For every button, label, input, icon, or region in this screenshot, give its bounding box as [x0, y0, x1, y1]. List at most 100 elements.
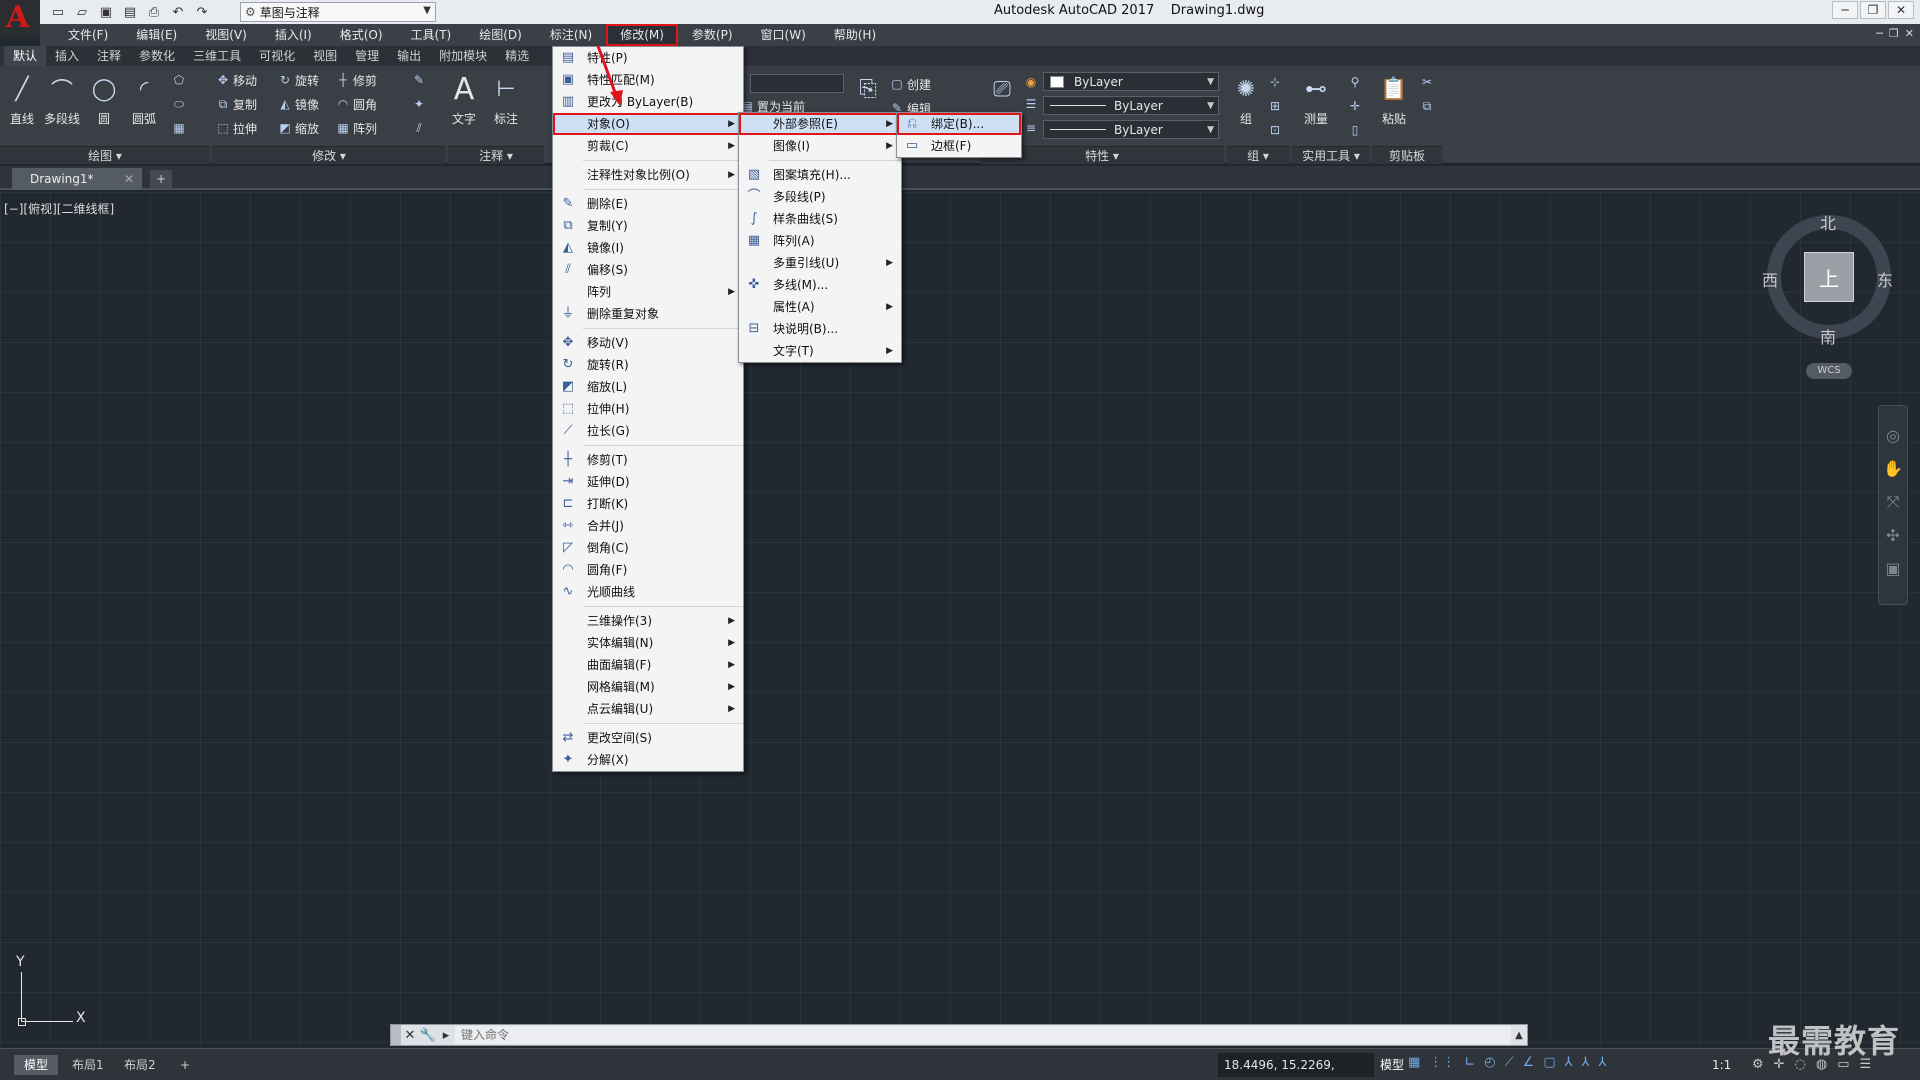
annotation-panel-title[interactable]: 注释 ▾ [448, 146, 544, 164]
saveas-icon[interactable]: ▤ [120, 3, 140, 21]
steering-wheel-icon[interactable]: ◎ [1886, 426, 1900, 445]
tab-default[interactable]: 默认 [4, 46, 47, 66]
menu-item-bind[interactable]: ⎌ 绑定(B)... [897, 113, 1021, 135]
menu-item-overkill[interactable]: ⏚ 删除重复对象 [553, 303, 743, 325]
dimension-button[interactable]: ⊢ 标注 [486, 70, 526, 144]
menu-item-image[interactable]: 图像(I) ▶ [739, 135, 901, 157]
group-select-button[interactable]: ⊡ [1268, 120, 1282, 140]
color-combo[interactable]: ByLayer ▼ [1043, 72, 1219, 91]
menu-item-annotative-scale[interactable]: 注释性对象比例(O) ▶ [553, 164, 743, 186]
erase-button[interactable]: ✎ [412, 70, 426, 90]
quick-select-button[interactable]: ⚲ [1348, 72, 1362, 92]
minimize-button[interactable]: ─ [1832, 1, 1858, 19]
menu-item-properties[interactable]: ▤ 特性(P) [553, 47, 743, 69]
menu-item-attribute[interactable]: 属性(A) ▶ [739, 296, 901, 318]
compass-west[interactable]: 西 [1762, 267, 1778, 291]
menu-item-array[interactable]: 阵列 ▶ [553, 281, 743, 303]
workspace-select[interactable]: ⚙ 草图与注释 ▼ [240, 2, 436, 22]
menu-item-mesh-editing[interactable]: 网格编辑(M) ▶ [553, 676, 743, 698]
model-space-toggle[interactable]: 模型 [1376, 1053, 1408, 1077]
linetype-combo[interactable]: ByLayer ▼ [1043, 96, 1219, 115]
app-logo[interactable]: A [0, 0, 40, 36]
rotate-button[interactable]: ↻ 旋转 [278, 70, 319, 90]
menu-item-3d-operations[interactable]: 三维操作(3) ▶ [553, 610, 743, 632]
polyline-button[interactable]: ⌒ 多段线 [42, 70, 82, 144]
trim-button[interactable]: ┼ 修剪 [336, 70, 377, 90]
tab-view[interactable]: 视图 [304, 46, 346, 66]
menu-item-hatch[interactable]: ▧ 图案填充(H)... [739, 164, 901, 186]
line-button[interactable]: ╱ 直线 [2, 70, 42, 144]
chevron-up-icon[interactable]: ▲ [1511, 1030, 1527, 1041]
group-edit-button[interactable]: ⊞ [1268, 96, 1282, 116]
command-prompt-icon[interactable]: ▸ [437, 1028, 455, 1043]
tab-addins[interactable]: 附加模块 [430, 46, 496, 66]
menu-dimension[interactable]: 标注(N) [536, 24, 606, 46]
menu-draw[interactable]: 绘图(D) [465, 24, 536, 46]
menu-view[interactable]: 视图(V) [191, 24, 261, 46]
new-icon[interactable]: ▭ [48, 3, 68, 21]
object-snap-tracking-icon[interactable]: ∠ [1523, 1055, 1535, 1070]
menu-item-block-description[interactable]: ⊟ 块说明(B)... [739, 318, 901, 340]
annotation-scale[interactable]: 1:1 [1712, 1053, 1731, 1077]
viewcube-top-face[interactable]: 上 [1804, 252, 1854, 302]
tab-featured[interactable]: 精选 [496, 46, 538, 66]
polar-icon[interactable]: ◴ [1484, 1055, 1495, 1070]
close-icon[interactable]: ✕ [401, 1028, 419, 1043]
move-button[interactable]: ✥ 移动 [216, 70, 257, 90]
redo-icon[interactable]: ↷ [192, 3, 212, 21]
measure-button[interactable]: ⊷ 测量 [1296, 70, 1336, 144]
arc-button[interactable]: ◜ 圆弧 [124, 70, 164, 144]
color-wheel-button[interactable]: ◉ [1024, 72, 1038, 92]
tab-3d-tools[interactable]: 三维工具 [184, 46, 250, 66]
isodraft-icon[interactable]: ⟋ [1505, 1055, 1514, 1070]
copy-clip-button[interactable]: ⧉ [1420, 96, 1434, 116]
save-icon[interactable]: ▣ [96, 3, 116, 21]
stretch-button[interactable]: ⬚ 拉伸 [216, 118, 257, 138]
create-block-button[interactable]: ▢ 创建 [890, 74, 931, 94]
groups-panel-title[interactable]: 组 ▾ [1226, 146, 1290, 164]
menu-item-fillet[interactable]: ◠ 圆角(F) [553, 559, 743, 581]
paste-button[interactable]: 📋 粘贴 [1374, 70, 1414, 144]
menu-item-polyline[interactable]: ⌒ 多段线(P) [739, 186, 901, 208]
menu-item-xref[interactable]: 外部参照(E) ▶ [739, 113, 901, 135]
viewport-controls[interactable]: [−][俯视][二维线框] [4, 200, 114, 217]
orbit-icon[interactable]: ✣ [1886, 526, 1899, 545]
layout-tab-model[interactable]: 模型 [14, 1055, 59, 1075]
menu-format[interactable]: 格式(O) [326, 24, 397, 46]
layer-combo[interactable] [750, 74, 844, 93]
tab-annotate[interactable]: 注释 [88, 46, 130, 66]
menu-item-chamfer[interactable]: ◸ 倒角(C) [553, 537, 743, 559]
annotation-scale-icon[interactable]: ⅄ [1599, 1055, 1607, 1070]
lineweight-button[interactable]: ≡ [1024, 118, 1038, 138]
command-line-grip[interactable] [391, 1025, 401, 1045]
group-button[interactable]: ✺ 组 [1226, 70, 1266, 144]
menu-item-surface-editing[interactable]: 曲面编辑(F) ▶ [553, 654, 743, 676]
menu-window[interactable]: 窗口(W) [747, 24, 820, 46]
menu-item-erase[interactable]: ✎ 删除(E) [553, 193, 743, 215]
menu-modify[interactable]: 修改(M) [606, 24, 678, 46]
menu-item-break[interactable]: ⊏ 打断(K) [553, 493, 743, 515]
utilities-panel-title[interactable]: 实用工具 ▾ [1292, 146, 1370, 164]
cut-button[interactable]: ✂ [1420, 72, 1434, 92]
point-button[interactable]: ✛ [1348, 96, 1362, 116]
menu-help[interactable]: 帮助(H) [820, 24, 890, 46]
menu-parametric[interactable]: 参数(P) [678, 24, 747, 46]
offset-button[interactable]: ⫽ [412, 118, 426, 138]
snap-icon[interactable]: ⋮⋮ [1429, 1055, 1455, 1070]
explode-button[interactable]: ✦ [412, 94, 426, 114]
menu-item-clip[interactable]: 剪裁(C) ▶ [553, 135, 743, 157]
menu-item-stretch[interactable]: ⬚ 拉伸(H) [553, 398, 743, 420]
menu-item-array-edit[interactable]: ▦ 阵列(A) [739, 230, 901, 252]
menu-item-join[interactable]: ⇿ 合并(J) [553, 515, 743, 537]
menu-item-explode[interactable]: ✦ 分解(X) [553, 749, 743, 771]
menu-item-move[interactable]: ✥ 移动(V) [553, 332, 743, 354]
menu-item-match-properties[interactable]: ▣ 特性匹配(M) [553, 69, 743, 91]
menu-item-change-to-bylayer[interactable]: ▥ 更改为 ByLayer(B) [553, 91, 743, 113]
menu-edit[interactable]: 编辑(E) [122, 24, 191, 46]
doc-minimize-button[interactable]: ─ [1876, 27, 1883, 40]
coordinate-display[interactable]: 18.4496, 15.2269, 0.0000 [1218, 1053, 1374, 1077]
menu-item-change-space[interactable]: ⇄ 更改空间(S) [553, 727, 743, 749]
polygon-button[interactable]: ⬠ [172, 70, 186, 90]
clipboard-panel-title[interactable]: 剪贴板 [1372, 146, 1442, 164]
circle-button[interactable]: ◯ 圆 [84, 70, 124, 144]
